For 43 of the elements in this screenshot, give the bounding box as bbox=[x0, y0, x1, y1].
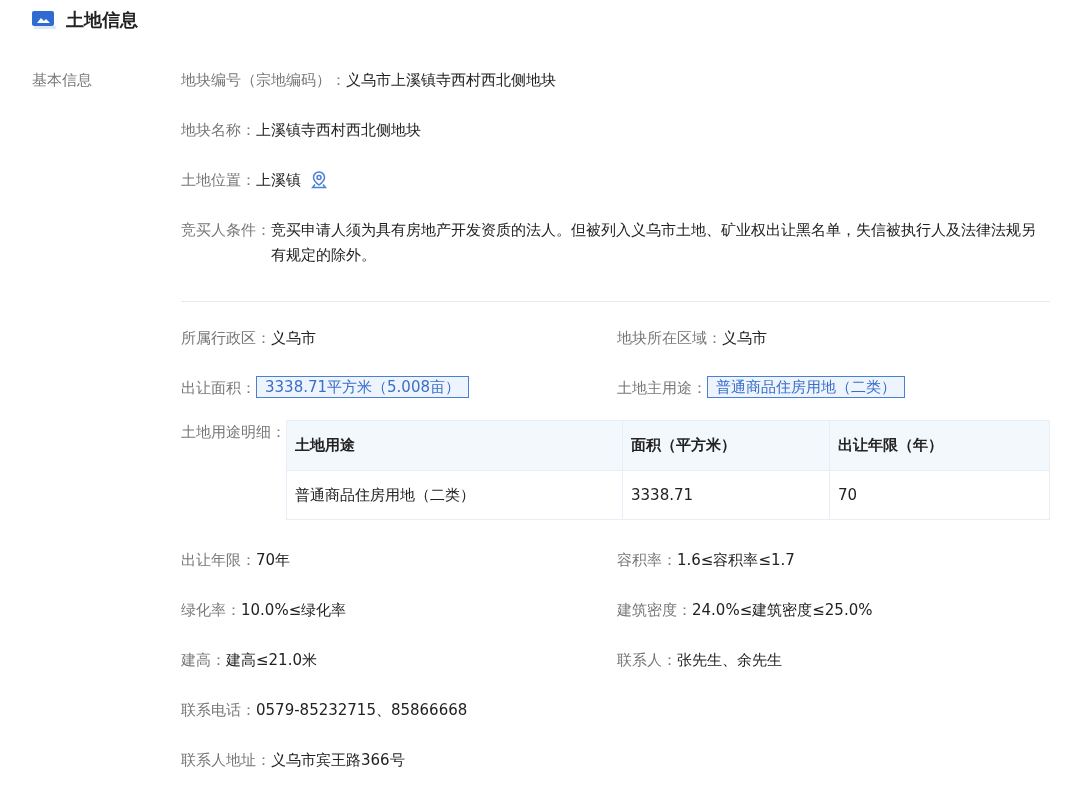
table-cell: 3338.71 bbox=[622, 470, 830, 520]
field-label: 绿化率： bbox=[181, 600, 241, 621]
field-label: 联系人： bbox=[617, 650, 677, 671]
table-cell: 普通商品住房用地（二类） bbox=[286, 470, 623, 520]
table-header-cell: 出让年限（年） bbox=[829, 420, 1050, 471]
field-value: 义乌市上溪镇寺西村西北侧地块 bbox=[346, 70, 556, 91]
value-tag: 普通商品住房用地（二类） bbox=[707, 376, 905, 398]
field-label: 建高： bbox=[181, 650, 226, 671]
table-cell: 70 bbox=[829, 470, 1050, 520]
field-value: 义乌市 bbox=[271, 328, 316, 349]
table-header-cell: 土地用途 bbox=[286, 420, 623, 471]
field-value: 张先生、余先生 bbox=[677, 650, 782, 671]
field-value: 24.0%≤建筑密度≤25.0% bbox=[692, 600, 873, 621]
field-value: 竞买申请人须为具有房地产开发资质的法人。但被列入义乌市土地、矿业权出让黑名单，失信被执行人及法律法规另有规定的除外。 bbox=[271, 220, 1037, 266]
field-label: 所属行政区： bbox=[181, 328, 271, 349]
field-value: 义乌市 bbox=[722, 328, 767, 349]
field-value: 0579-85232715、85866668 bbox=[256, 700, 468, 721]
image-icon bbox=[32, 11, 56, 29]
value-tag: 3338.71平方米（5.008亩） bbox=[256, 376, 469, 398]
field-value: 上溪镇寺西村西北侧地块 bbox=[256, 120, 421, 141]
field-label: 地块所在区域： bbox=[617, 328, 722, 349]
field-label: 联系人地址： bbox=[181, 750, 271, 771]
field-value: 1.6≤容积率≤1.7 bbox=[677, 550, 795, 571]
field-label: 地块名称： bbox=[181, 120, 256, 141]
field-label: 容积率： bbox=[617, 550, 677, 571]
field-label: 土地主用途： bbox=[617, 378, 707, 399]
field-label: 土地位置： bbox=[181, 170, 256, 191]
table-header-cell: 面积（平方米） bbox=[622, 420, 830, 471]
field-value: 10.0%≤绿化率 bbox=[241, 600, 347, 621]
field-label: 地块编号（宗地编码）： bbox=[181, 70, 346, 91]
section-label: 基本信息 bbox=[32, 70, 93, 91]
location-pin-icon[interactable] bbox=[311, 171, 327, 189]
field-label: 建筑密度： bbox=[617, 600, 692, 621]
section-title: 土地信息 bbox=[66, 8, 138, 32]
field-label: 联系电话： bbox=[181, 700, 256, 721]
field-label: 出让年限： bbox=[181, 550, 256, 571]
field-value: 上溪镇 bbox=[256, 170, 301, 191]
field-label: 土地用途明细： bbox=[181, 422, 286, 443]
field-value: 建高≤21.0米 bbox=[226, 650, 317, 671]
field-label: 竞买人条件： bbox=[181, 220, 271, 241]
field-value: 义乌市宾王路366号 bbox=[271, 750, 405, 771]
field-value: 70年 bbox=[256, 550, 291, 571]
field-label: 出让面积： bbox=[181, 378, 256, 399]
